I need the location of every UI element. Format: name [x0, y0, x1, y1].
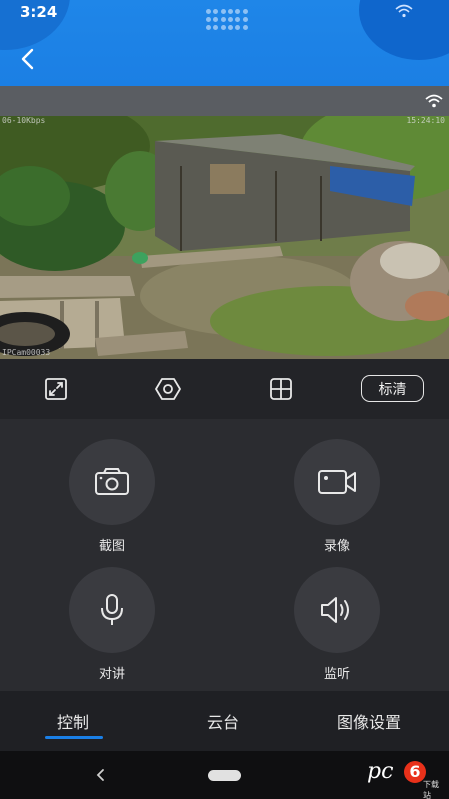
video-record-icon [318, 470, 356, 494]
record-label: 录像 [323, 539, 350, 554]
split-screen-button[interactable] [266, 374, 296, 404]
intercom-control: 对讲 [52, 567, 172, 682]
video-info-bar [0, 86, 449, 116]
wifi-status-icon [395, 4, 413, 18]
chevron-left-icon [21, 48, 34, 70]
notch-dots [206, 9, 248, 31]
video-frame [0, 116, 449, 359]
video-timestamp-text: 15:24:10 [406, 116, 445, 125]
listen-button[interactable] [294, 567, 380, 653]
wifi-signal-icon [425, 94, 443, 108]
intercom-button[interactable] [69, 567, 155, 653]
speaker-icon [321, 597, 349, 623]
status-time: 3:24 [20, 3, 58, 21]
camera-icon [95, 468, 129, 495]
record-button[interactable] [294, 439, 380, 525]
system-back-button[interactable] [90, 765, 110, 785]
chevron-left-icon [96, 769, 104, 781]
fullscreen-icon [45, 378, 67, 400]
camera-video-feed[interactable]: 06-10Kbps 15:24:10 IPCam00033 [0, 116, 449, 359]
tab-ptz[interactable]: 云台 [207, 709, 239, 733]
system-nav-bar: pc 6 下载站 [0, 751, 449, 799]
video-bitrate-text: 06-10Kbps [2, 116, 46, 125]
intercom-label: 对讲 [98, 667, 125, 682]
grid-icon [270, 378, 292, 400]
video-toolbar: 标清 [0, 359, 449, 419]
screenshot-button[interactable] [69, 439, 155, 525]
tab-image-settings[interactable]: 图像设置 [337, 709, 401, 733]
microphone-icon [101, 594, 123, 625]
watermark-logo: pc 6 下载站 [367, 759, 443, 799]
screenshot-control: 截图 [52, 439, 172, 554]
eye-icon [155, 378, 181, 400]
bottom-tabs: 控制 云台 图像设置 [0, 691, 449, 751]
quality-button[interactable]: 标清 [361, 375, 424, 402]
view-button[interactable] [153, 374, 183, 404]
system-home-button[interactable] [208, 770, 241, 781]
fullscreen-button[interactable] [41, 374, 71, 404]
active-tab-indicator [45, 736, 103, 739]
listen-label: 监听 [323, 667, 350, 682]
control-panel: 截图 录像 对讲 监听 [0, 419, 449, 691]
record-control: 录像 [277, 439, 397, 554]
video-camera-name: IPCam00033 [2, 348, 51, 357]
listen-control: 监听 [277, 567, 397, 682]
app-header: 3:24 [0, 0, 449, 86]
screenshot-label: 截图 [98, 539, 125, 554]
back-button[interactable] [12, 44, 42, 74]
tab-control[interactable]: 控制 [57, 709, 89, 733]
watermark-sub: 下载站 [423, 780, 439, 799]
watermark-text: pc [367, 759, 394, 784]
